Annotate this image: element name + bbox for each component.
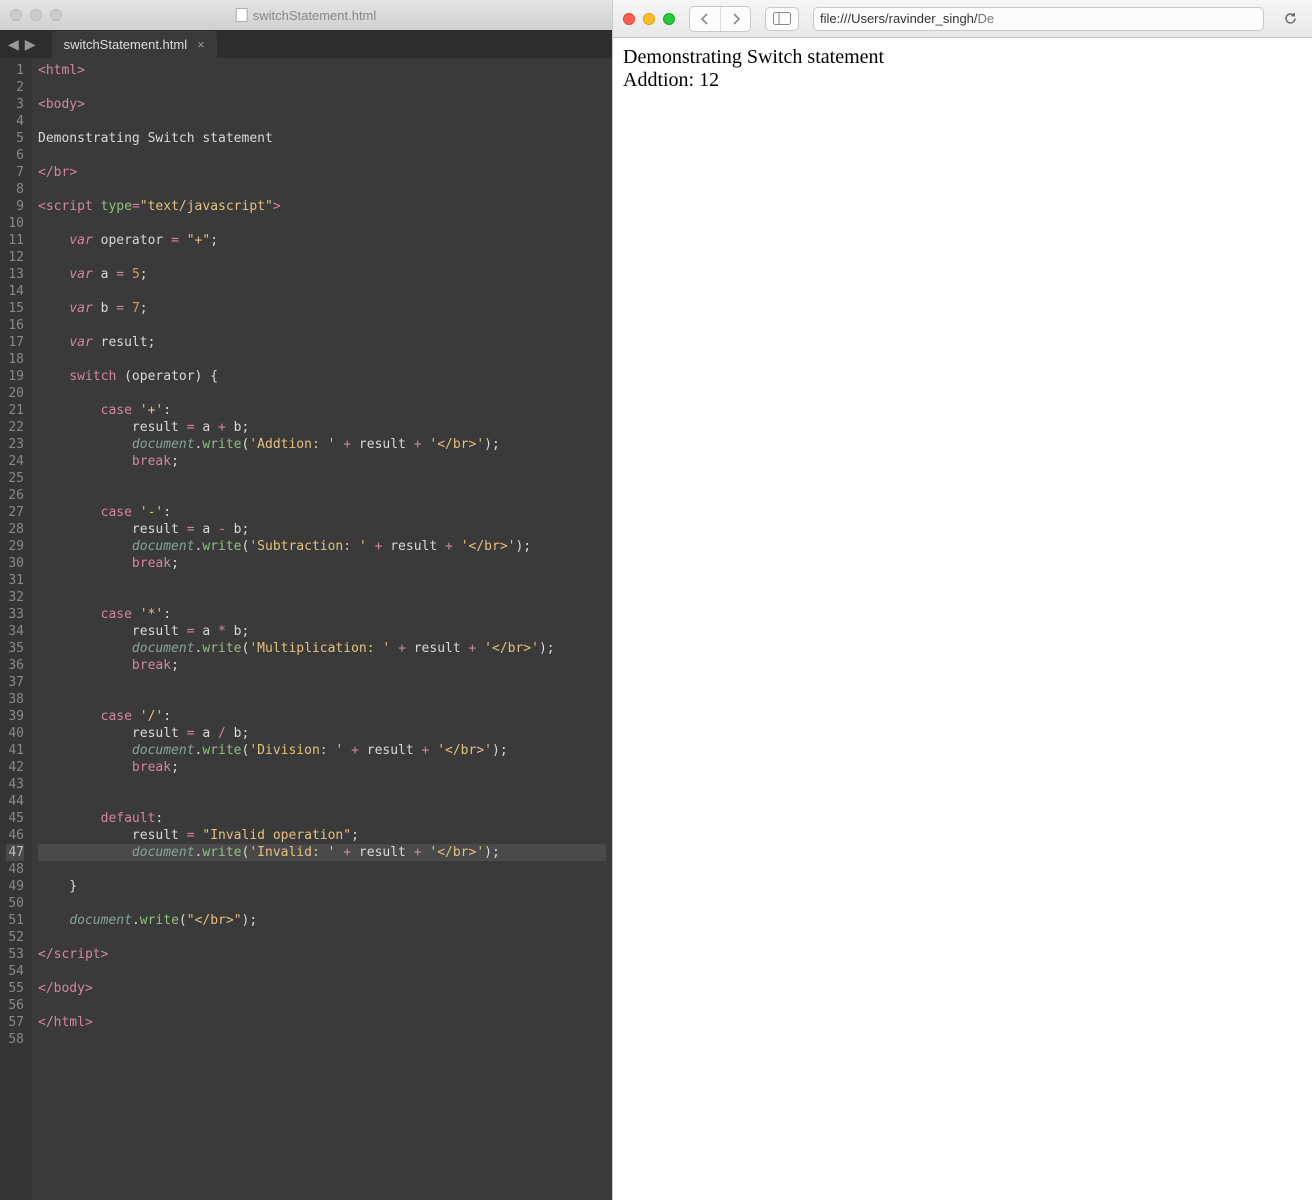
browser-toolbar: file:///Users/ravinder_singh/De xyxy=(613,0,1312,38)
nav-forward-icon[interactable]: ▶ xyxy=(25,36,36,53)
line-number-gutter: 1234567891011121314151617181920212223242… xyxy=(0,58,32,1200)
address-text-truncated: De xyxy=(978,11,995,26)
back-button[interactable] xyxy=(690,7,720,31)
code-area[interactable]: <html> <body> Demonstrating Switch state… xyxy=(32,58,612,1200)
chevron-right-icon xyxy=(731,13,741,25)
editor-tabbar: ◀ ▶ switchStatement.html × xyxy=(0,30,612,58)
browser-window: file:///Users/ravinder_singh/De Demonstr… xyxy=(612,0,1312,1200)
reload-button[interactable] xyxy=(1278,11,1302,26)
close-tab-icon[interactable]: × xyxy=(197,37,205,52)
minimize-window-button[interactable] xyxy=(30,9,42,21)
minimize-window-button[interactable] xyxy=(643,13,655,25)
editor-nav-arrows: ◀ ▶ xyxy=(0,30,44,58)
chevron-left-icon xyxy=(700,13,710,25)
close-window-button[interactable] xyxy=(623,13,635,25)
code-editor-window: switchStatement.html ◀ ▶ switchStatement… xyxy=(0,0,612,1200)
forward-button[interactable] xyxy=(720,7,750,31)
close-window-button[interactable] xyxy=(10,9,22,21)
browser-viewport: Demonstrating Switch statement Addtion: … xyxy=(613,38,1312,1200)
editor-tab-label: switchStatement.html xyxy=(64,37,188,52)
browser-traffic-lights xyxy=(623,13,675,25)
editor-title-text: switchStatement.html xyxy=(253,8,377,23)
reload-icon xyxy=(1283,11,1298,26)
maximize-window-button[interactable] xyxy=(663,13,675,25)
address-bar[interactable]: file:///Users/ravinder_singh/De xyxy=(813,7,1264,31)
browser-nav-group xyxy=(689,6,751,32)
sidebar-icon xyxy=(773,12,791,25)
file-icon xyxy=(236,8,248,22)
maximize-window-button[interactable] xyxy=(50,9,62,21)
sidebar-toggle-button[interactable] xyxy=(765,7,799,31)
page-text-line: Demonstrating Switch statement xyxy=(623,46,1302,69)
address-text: file:///Users/ravinder_singh/ xyxy=(820,11,978,26)
nav-back-icon[interactable]: ◀ xyxy=(8,36,19,53)
editor-titlebar: switchStatement.html xyxy=(0,0,612,30)
page-text-line: Addtion: 12 xyxy=(623,69,1302,92)
editor-title: switchStatement.html xyxy=(236,8,377,23)
editor-traffic-lights xyxy=(10,9,62,21)
editor-tab[interactable]: switchStatement.html × xyxy=(52,31,217,58)
editor-body[interactable]: 1234567891011121314151617181920212223242… xyxy=(0,58,612,1200)
